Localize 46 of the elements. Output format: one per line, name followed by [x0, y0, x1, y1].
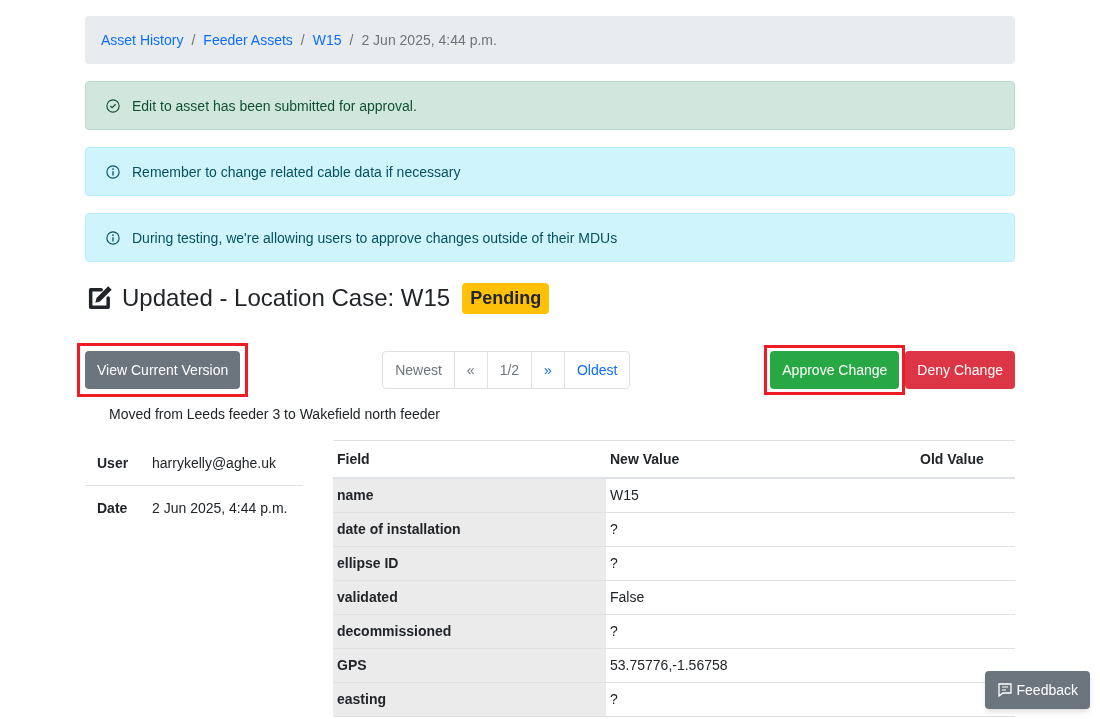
edit-icon — [86, 284, 114, 312]
status-badge: Pending — [462, 282, 550, 314]
column-header: Field — [333, 440, 606, 478]
table-cell: validated — [333, 580, 606, 614]
table-cell: ? — [606, 614, 906, 648]
feedback-button[interactable]: Feedback — [984, 671, 1090, 709]
info-label: User — [97, 454, 130, 473]
approve-button[interactable]: Approve Change — [770, 351, 900, 389]
column-header: New Value — [606, 440, 906, 478]
table-cell: ? — [606, 546, 906, 580]
table-cell: GPS — [333, 648, 606, 682]
table-cell: decommissioned — [333, 614, 606, 648]
breadcrumb-separator: / — [348, 31, 355, 50]
breadcrumb-current: 2 Jun 2025, 4:44 p.m. — [361, 31, 497, 50]
pagination-button[interactable]: Oldest — [563, 351, 631, 389]
alert-message: During testing, we're allowing users to approve changes outside of their MDUs — [132, 228, 618, 248]
info-value: harrykelly@aghe.uk — [152, 454, 276, 473]
alert-message: Remember to change related cable data if necessary — [132, 162, 461, 182]
table-cell: ? — [606, 512, 906, 546]
table-cell: ellipse ID — [333, 546, 606, 580]
breadcrumb-separator: / — [190, 31, 197, 50]
change-description: Moved from Leeds feeder 3 to Wakefield north feeder — [109, 405, 441, 424]
table-cell: date of installation — [333, 512, 606, 546]
table-cell: easting — [333, 682, 606, 716]
alert-message: Edit to asset has been submitted for approval. — [132, 96, 417, 116]
table-cell: False — [606, 580, 906, 614]
feedback-label: Feedback — [1016, 681, 1078, 700]
view-current-version-button[interactable]: View Current Version — [85, 351, 241, 389]
breadcrumb-separator: / — [299, 31, 306, 50]
breadcrumb-link[interactable]: Asset History — [101, 30, 184, 50]
deny-button[interactable]: Deny Change — [905, 351, 1015, 389]
breadcrumb-link[interactable]: Feeder Assets — [203, 30, 293, 50]
info-icon — [106, 230, 120, 245]
pagination-button[interactable]: » — [531, 351, 565, 389]
page-title: Updated - Location Case: W15 — [122, 283, 451, 313]
info-value: 2 Jun 2025, 4:44 p.m. — [152, 499, 288, 518]
table-cell: name — [333, 478, 606, 512]
column-header: Old Value — [906, 440, 1015, 478]
table-cell: ? — [606, 682, 906, 716]
table-cell: 53.75776,-1.56758 — [606, 648, 906, 682]
chat-icon — [996, 682, 1013, 698]
info-label: Date — [97, 499, 129, 518]
info-icon — [106, 164, 120, 179]
table-cell: W15 — [606, 478, 906, 512]
breadcrumb-link[interactable]: W15 — [312, 30, 342, 50]
check-circle-icon — [106, 98, 120, 113]
